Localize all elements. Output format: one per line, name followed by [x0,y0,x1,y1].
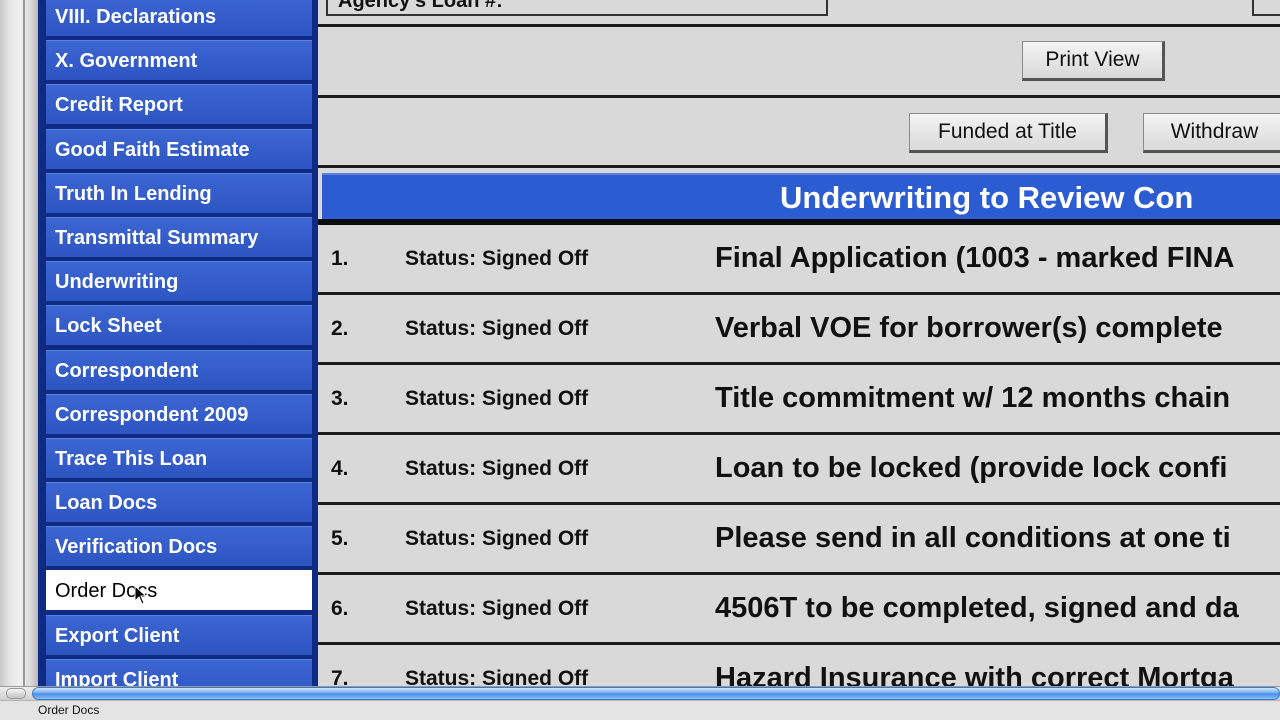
sidebar-item-correspondent-2009[interactable]: Correspondent 2009 [46,393,312,434]
condition-description: Title commitment w/ 12 months chain [715,382,1231,414]
main-panel: Agency's Loan #: Print View Funded at Ti… [318,0,1280,686]
condition-description: Please send in all conditions at one ti [715,522,1231,554]
status-bar-text: Order Docs [38,703,100,717]
sidebar-item-x-government[interactable]: X. Government [46,40,312,81]
conditions-list: 1. Status: Signed Off Final Application (1… [318,225,1280,686]
window-chrome [0,0,38,686]
condition-number: 1. [331,247,349,270]
condition-status: Status: Signed Off [405,667,589,686]
sidebar-item-good-faith-estimate[interactable]: Good Faith Estimate [46,128,312,169]
condition-row[interactable]: 1. Status: Signed Off Final Application (1… [318,225,1280,295]
top-right-field[interactable] [1252,0,1280,16]
condition-description: Loan to be locked (provide lock confi [715,452,1228,484]
actions-row: Funded at Title Withdraw [318,98,1280,168]
condition-number: 4. [331,457,349,480]
sidebar-item-viii-declarations[interactable]: VIII. Declarations [46,0,312,36]
agency-loan-number-field[interactable]: Agency's Loan #: [326,0,828,16]
condition-row[interactable]: 4. Status: Signed Off Loan to be locked (p… [318,435,1280,505]
condition-number: 5. [331,527,349,550]
condition-status: Status: Signed Off [405,457,589,480]
condition-row[interactable]: 2. Status: Signed Off Verbal VOE for borro… [318,295,1280,365]
condition-number: 7. [331,667,349,686]
sidebar-item-import-client[interactable]: Import Client [46,658,312,686]
condition-description: Verbal VOE for borrower(s) complete [715,312,1223,344]
condition-status: Status: Signed Off [405,317,589,340]
condition-status: Status: Signed Off [405,387,589,410]
funded-at-title-button[interactable]: Funded at Title [909,113,1108,153]
status-bar: Order Docs [0,700,1280,720]
print-view-button[interactable]: Print View [1022,41,1165,81]
condition-row[interactable]: 7. Status: Signed Off Hazard Insurance wit… [318,645,1280,686]
horizontal-scrollbar[interactable] [0,686,1280,700]
scrollbar-thumb[interactable] [32,687,1280,700]
sidebar-item-transmittal-summary[interactable]: Transmittal Summary [46,216,312,257]
scroll-left-arrow-icon[interactable] [6,688,26,699]
sidebar: VIII. Declarations X. Government Credit Re… [38,0,318,686]
condition-status: Status: Signed Off [405,527,589,550]
sidebar-item-order-docs[interactable]: Order Docs [46,570,312,611]
condition-row[interactable]: 6. Status: Signed Off 4506T to be complete… [318,575,1280,645]
condition-row[interactable]: 5. Status: Signed Off Please send in all c… [318,505,1280,575]
sidebar-item-correspondent[interactable]: Correspondent [46,349,312,390]
sidebar-item-loan-docs[interactable]: Loan Docs [46,482,312,523]
condition-status: Status: Signed Off [405,597,589,620]
condition-description: 4506T to be completed, signed and da [715,592,1239,624]
withdraw-button[interactable]: Withdraw [1143,113,1280,153]
sidebar-item-lock-sheet[interactable]: Lock Sheet [46,305,312,346]
section-banner-title: Underwriting to Review Con [322,173,1280,219]
sidebar-item-verification-docs[interactable]: Verification Docs [46,526,312,567]
sidebar-item-truth-in-lending[interactable]: Truth In Lending [46,172,312,213]
sidebar-item-export-client[interactable]: Export Client [46,614,312,655]
loan-field-row: Agency's Loan #: [318,0,1280,27]
print-row: Print View [318,27,1280,98]
condition-number: 6. [331,597,349,620]
sidebar-item-underwriting[interactable]: Underwriting [46,261,312,302]
sidebar-item-trace-this-loan[interactable]: Trace This Loan [46,437,312,478]
condition-row[interactable]: 3. Status: Signed Off Title commitment w/ … [318,365,1280,435]
sidebar-list: VIII. Declarations X. Government Credit Re… [46,0,312,686]
condition-description: Final Application (1003 - marked FINA [715,242,1235,274]
condition-status: Status: Signed Off [405,247,589,270]
sidebar-item-credit-report[interactable]: Credit Report [46,84,312,125]
condition-description: Hazard Insurance with correct Mortga [715,662,1234,686]
condition-number: 3. [331,387,349,410]
condition-number: 2. [331,317,349,340]
